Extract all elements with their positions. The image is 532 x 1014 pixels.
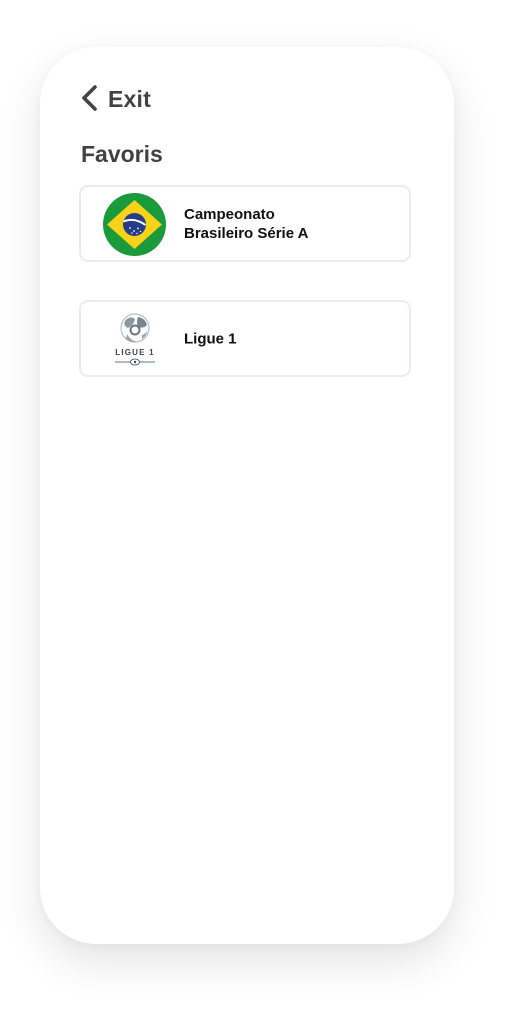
exit-label: Exit bbox=[108, 85, 151, 112]
chevron-left-icon bbox=[80, 83, 100, 115]
page-title: Favoris bbox=[81, 141, 163, 167]
phone-screen: Exit Favoris Campeonato Brasileiro Série… bbox=[40, 47, 454, 944]
favorite-label-line: Campeonato bbox=[184, 205, 275, 223]
favorite-label-line: Brasileiro Série A bbox=[184, 224, 309, 242]
ligue-1-logo-text: LIGUE 1 bbox=[115, 348, 155, 357]
favorite-item-ligue-1[interactable]: LIGUE 1 Ligue 1 bbox=[79, 300, 411, 377]
ligue-1-logo: LIGUE 1 bbox=[103, 308, 166, 371]
brazil-flag-icon bbox=[103, 193, 166, 256]
favorite-label-line: Ligue 1 bbox=[184, 330, 237, 347]
favorite-label: Campeonato Brasileiro Série A bbox=[184, 205, 309, 243]
favorite-label: Ligue 1 bbox=[184, 329, 237, 348]
exit-button[interactable]: Exit bbox=[80, 83, 151, 115]
favorite-item-brasileirao[interactable]: Campeonato Brasileiro Série A bbox=[79, 185, 411, 262]
